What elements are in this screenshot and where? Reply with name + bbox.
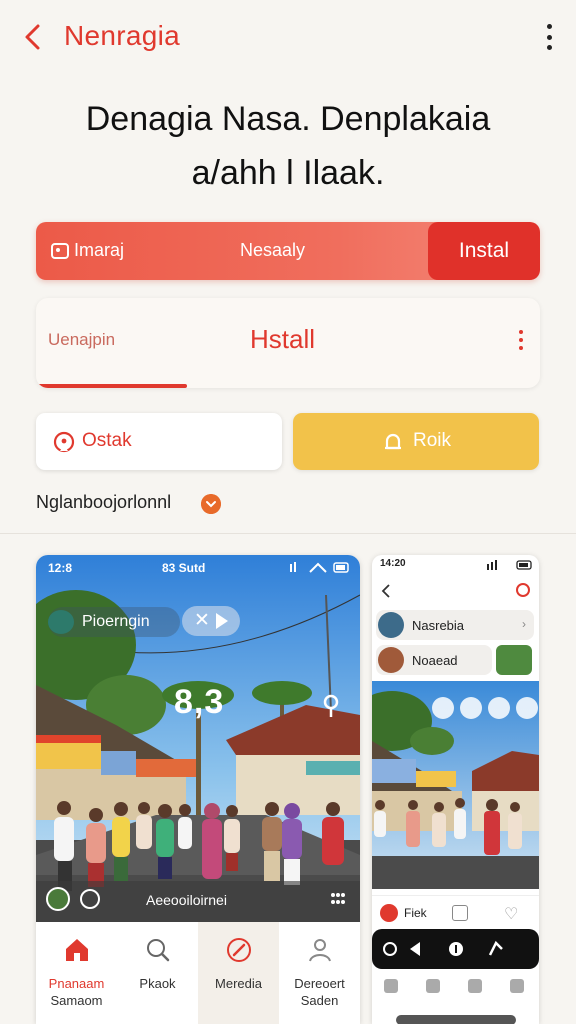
headline-line-1: Denagia Nasa. Denplakaia [85,100,491,138]
shield-icon[interactable] [452,905,468,921]
nav-home-label: Pnanaam [48,976,105,991]
bell-icon [385,433,401,450]
grid-icon[interactable] [330,892,346,906]
left-action-label: Ostak [82,430,132,451]
status-icons [487,560,532,570]
install-bar-label: Imaraj [74,240,125,260]
heart-icon[interactable]: ♡ [504,904,518,924]
install-bar: Imaraj Nesaaly Instal [36,222,540,280]
nav-profile-sublabel: Saden [300,993,339,1008]
list-item[interactable]: Nasrebia › [376,610,534,640]
store-icon[interactable] [426,979,440,993]
avatar [378,612,404,638]
section-divider [0,533,576,534]
status-text: 83 Sutd [162,561,206,575]
card-more-icon[interactable] [518,330,524,350]
app-title: Nenragia [64,20,181,51]
thumbnail[interactable] [496,645,532,675]
install-card-button[interactable]: Hstall [250,324,315,355]
share-icon[interactable] [486,939,506,959]
nav-item-home[interactable]: Pnanaam Samaom [36,922,117,1024]
compass-icon [227,938,251,962]
action-bar: Fiek ♡ [372,895,539,931]
home-icon [66,939,88,961]
home-indicator [396,1015,516,1024]
right-action-label: Roik [413,430,452,451]
install-progress-bar [36,384,188,388]
nav-item-explore[interactable]: Meredia [198,922,279,1024]
info-icon[interactable] [446,939,466,959]
chevron-right-icon: › [522,617,526,631]
list-item-name: Noaead [412,653,458,668]
settings-icon[interactable] [380,939,400,959]
timer-icon[interactable] [516,583,530,597]
more-options-icon[interactable] [544,24,554,50]
profile-chip[interactable]: Pioerngin [48,607,180,637]
avatar [378,647,404,673]
list-item-name: Nasrebia [412,618,465,633]
install-button[interactable]: Instal [428,222,540,280]
bottom-nav: Pnanaam Samaom Pkaok Meredia Dereoert Sa… [36,922,360,1024]
app-screenshot-1[interactable]: 12:8 83 Sutd Pioerngin ✕ 8,3 Aeeooiloirn… [36,555,360,1024]
app-screenshot-2[interactable]: 14:20 Nasrebia › Noaead Fiek ♡ [372,555,539,1024]
tool-icon[interactable] [460,697,482,719]
footer-label: Aeeooiloirnei [146,892,227,908]
nav-explore-label: Meredia [215,976,262,991]
pin-icon[interactable] [318,693,344,719]
headline-line-2: a/ahh l Ilaak. [191,154,385,192]
media-controls [372,929,539,969]
page-headline: Denagia Nasa. Denplakaia a/ahh l Ilaak. [30,92,546,200]
chat-icon[interactable] [468,979,482,993]
image-icon [51,243,69,259]
close-chip[interactable]: ✕ [182,606,240,636]
verified-badge-icon [201,494,221,514]
play-icon [216,613,228,629]
tool-icon[interactable] [516,697,538,719]
back-icon[interactable] [18,20,48,54]
overlay-stat: 8,3 [174,683,225,721]
status-icons [290,562,349,573]
developer-link[interactable]: Nglanboojorlonnl [36,492,171,513]
install-bar-subtitle: Nesaaly [240,240,306,260]
nav-profile-label: Dereoert [294,976,345,991]
ring-icon[interactable] [80,889,100,909]
install-card: Uenajpin Hstall [36,298,540,388]
nav-search-label: Pkaok [139,976,176,991]
install-card-subtitle: Uenajpin [48,330,116,349]
tool-icon[interactable] [488,697,510,719]
status-time: 14:20 [380,558,406,569]
nav-item-profile[interactable]: Dereoert Saden [279,922,360,1024]
list-item[interactable]: Noaead [376,645,492,675]
tool-icon[interactable] [432,697,454,719]
profile-name: Pioerngin [82,613,150,630]
mini-nav [372,973,539,1003]
record-icon[interactable] [380,904,398,922]
status-time: 12:8 [48,561,73,575]
photo-tools [432,697,538,721]
left-action-button[interactable]: Ostak [36,413,282,470]
close-icon[interactable]: ✕ [194,609,210,632]
footer-avatar[interactable] [46,887,70,911]
nav-item-search[interactable]: Pkaok [117,922,198,1024]
location-icon [53,431,75,453]
play-back-icon[interactable] [406,939,426,959]
right-action-button[interactable]: Roik [293,413,539,470]
nav-home-sublabel: Samaom [50,993,103,1008]
action-bar-label: Fiek [404,906,427,920]
avatar [48,610,74,634]
back-icon[interactable] [380,583,392,599]
top-bar: Nenragia [0,0,576,74]
home-icon[interactable] [384,979,398,993]
user-icon [309,939,331,962]
menu-icon[interactable] [510,979,524,993]
search-icon [147,939,170,962]
